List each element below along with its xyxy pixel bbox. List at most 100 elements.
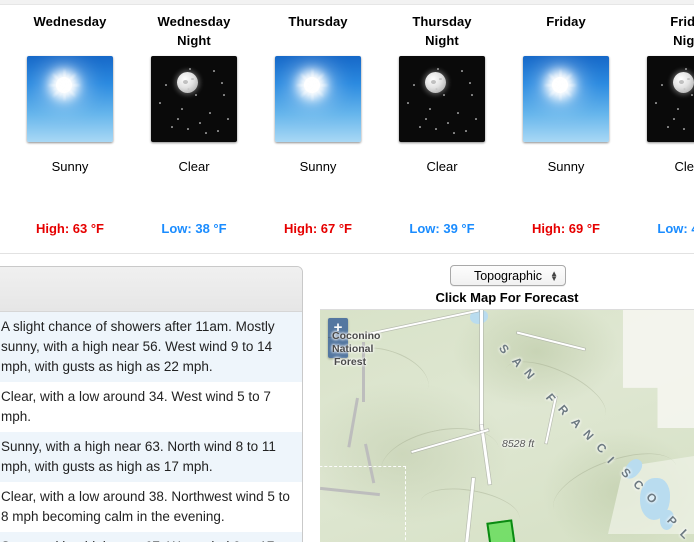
clear-night-icon	[151, 56, 237, 142]
forecast-day-label: Thursday	[412, 14, 472, 29]
detailed-forecast-row: TonightClear, with a low around 34. West…	[0, 382, 302, 432]
detailed-forecast-row: ThursdaySunny, with a high near 67. West…	[0, 532, 302, 542]
star-icon	[685, 68, 687, 70]
detailed-forecast-text: Clear, with a low around 38. Northwest w…	[1, 489, 290, 524]
star-icon	[199, 122, 201, 124]
star-icon	[195, 94, 197, 96]
forecast-temperature-label: Low: 39 °F	[409, 221, 475, 236]
map-label-forest-line1: Coconino	[332, 330, 381, 342]
forecast-daypart-label	[504, 31, 628, 50]
forecast-card[interactable]: Thursday Sunny High: 67 °F	[256, 5, 380, 237]
sun-rays	[295, 68, 330, 102]
moon-icon	[673, 72, 694, 93]
star-icon	[447, 122, 449, 124]
forecast-daypart-label: Night	[425, 33, 459, 48]
map-column: Topographic ▲ ▼ Click Map For Forecast +…	[320, 254, 694, 542]
star-icon	[457, 112, 459, 114]
forecast-condition-label: Sunny	[51, 159, 89, 174]
detailed-forecast-text: Clear, with a low around 34. West wind 5…	[1, 389, 271, 424]
map-label-forest-line2: National	[332, 343, 374, 355]
star-icon	[655, 102, 657, 104]
forecast-condition-label: Sunny	[547, 159, 585, 174]
detailed-forecast-row: TodayA slight chance of showers after 11…	[0, 312, 302, 382]
forecast-icon-wrapper	[504, 50, 628, 150]
interactive-map[interactable]: + − Coconino National Forest 8528 ft SAN…	[320, 309, 694, 542]
map-location-marker[interactable]	[486, 519, 516, 542]
weather-forecast-page: Wednesday Sunny High: 63 °F Wednesday Night…	[0, 0, 694, 542]
star-icon	[443, 94, 445, 96]
star-icon	[471, 94, 473, 96]
forecast-condition-label: Clear	[674, 159, 694, 174]
forecast-card[interactable]: Wednesday Night Clear Low: 38 °F	[132, 5, 256, 237]
map-label-forest-line3: Forest	[334, 356, 367, 368]
basemap-select[interactable]: Topographic ▲ ▼	[450, 265, 566, 286]
forecast-card-track: Wednesday Sunny High: 63 °F Wednesday Night…	[8, 5, 694, 237]
map-boundary-dashed	[320, 466, 406, 542]
chevron-updown-icon: ▲ ▼	[550, 268, 558, 283]
forecast-icon-wrapper	[132, 50, 256, 150]
star-icon	[419, 126, 421, 128]
moon-icon	[425, 72, 446, 93]
sunny-icon	[275, 56, 361, 142]
forecast-temperature-label: High: 67 °F	[283, 221, 353, 236]
forecast-temperature-label: High: 69 °F	[531, 221, 601, 236]
star-icon	[677, 108, 679, 110]
star-icon	[187, 128, 189, 130]
star-icon	[429, 108, 431, 110]
forecast-daypart-label	[8, 31, 132, 50]
star-icon	[209, 112, 211, 114]
forecast-icon-wrapper	[628, 50, 694, 150]
detailed-forecast-text: Sunny, with a high near 63. North wind 8…	[1, 439, 276, 474]
star-icon	[217, 130, 219, 132]
star-icon	[213, 70, 215, 72]
star-icon	[461, 70, 463, 72]
star-icon	[667, 126, 669, 128]
star-icon	[159, 102, 161, 104]
star-icon	[475, 118, 477, 120]
star-icon	[465, 130, 467, 132]
star-icon	[661, 84, 663, 86]
detailed-forecast-row: WednesdaySunny, with a high near 63. Nor…	[0, 432, 302, 482]
star-icon	[437, 68, 439, 70]
forecast-condition-label: Clear	[178, 159, 210, 174]
forecast-icon-wrapper	[380, 50, 504, 150]
bottom-section: TodayA slight chance of showers after 11…	[0, 254, 694, 542]
map-label-elevation: 8528 ft	[502, 438, 535, 450]
forecast-card[interactable]: Friday Sunny High: 69 °F	[504, 5, 628, 237]
sunny-icon	[523, 56, 609, 142]
sunny-icon	[27, 56, 113, 142]
star-icon	[413, 84, 415, 86]
forecast-icon-wrapper	[256, 50, 380, 150]
moon-icon	[177, 72, 198, 93]
sun-rays	[47, 68, 82, 102]
star-icon	[171, 126, 173, 128]
star-icon	[469, 82, 471, 84]
forecast-condition-label: Clear	[426, 159, 458, 174]
star-icon	[227, 118, 229, 120]
star-icon	[189, 68, 191, 70]
forecast-daypart-label: Night	[673, 33, 694, 48]
star-icon	[221, 82, 223, 84]
star-icon	[691, 94, 693, 96]
forecast-day-label: Thursday	[288, 14, 348, 29]
detailed-forecast-table: TodayA slight chance of showers after 11…	[0, 312, 302, 542]
detailed-forecast-row: Wednesday NightClear, with a low around …	[0, 482, 302, 532]
forecast-strip[interactable]: Wednesday Sunny High: 63 °F Wednesday Night…	[0, 5, 694, 252]
forecast-temperature-label: Low: 38 °F	[161, 221, 227, 236]
star-icon	[435, 128, 437, 130]
detailed-forecast-text: A slight chance of showers after 11am. M…	[1, 319, 275, 374]
forecast-card[interactable]: Wednesday Sunny High: 63 °F	[8, 5, 132, 237]
forecast-card[interactable]: Friday Night Clear Low: 40 °F	[628, 5, 694, 237]
map-caption: Click Map For Forecast	[435, 290, 579, 305]
detailed-forecast-header	[0, 267, 302, 312]
forecast-card[interactable]: Thursday Night Clear Low: 39 °F	[380, 5, 504, 237]
clear-night-icon	[399, 56, 485, 142]
forecast-daypart-label	[256, 31, 380, 50]
forecast-day-label: Friday	[546, 14, 586, 29]
star-icon	[223, 94, 225, 96]
star-icon	[453, 132, 455, 134]
star-icon	[673, 118, 675, 120]
forecast-temperature-label: High: 63 °F	[35, 221, 105, 236]
clear-night-icon	[647, 56, 694, 142]
star-icon	[425, 118, 427, 120]
